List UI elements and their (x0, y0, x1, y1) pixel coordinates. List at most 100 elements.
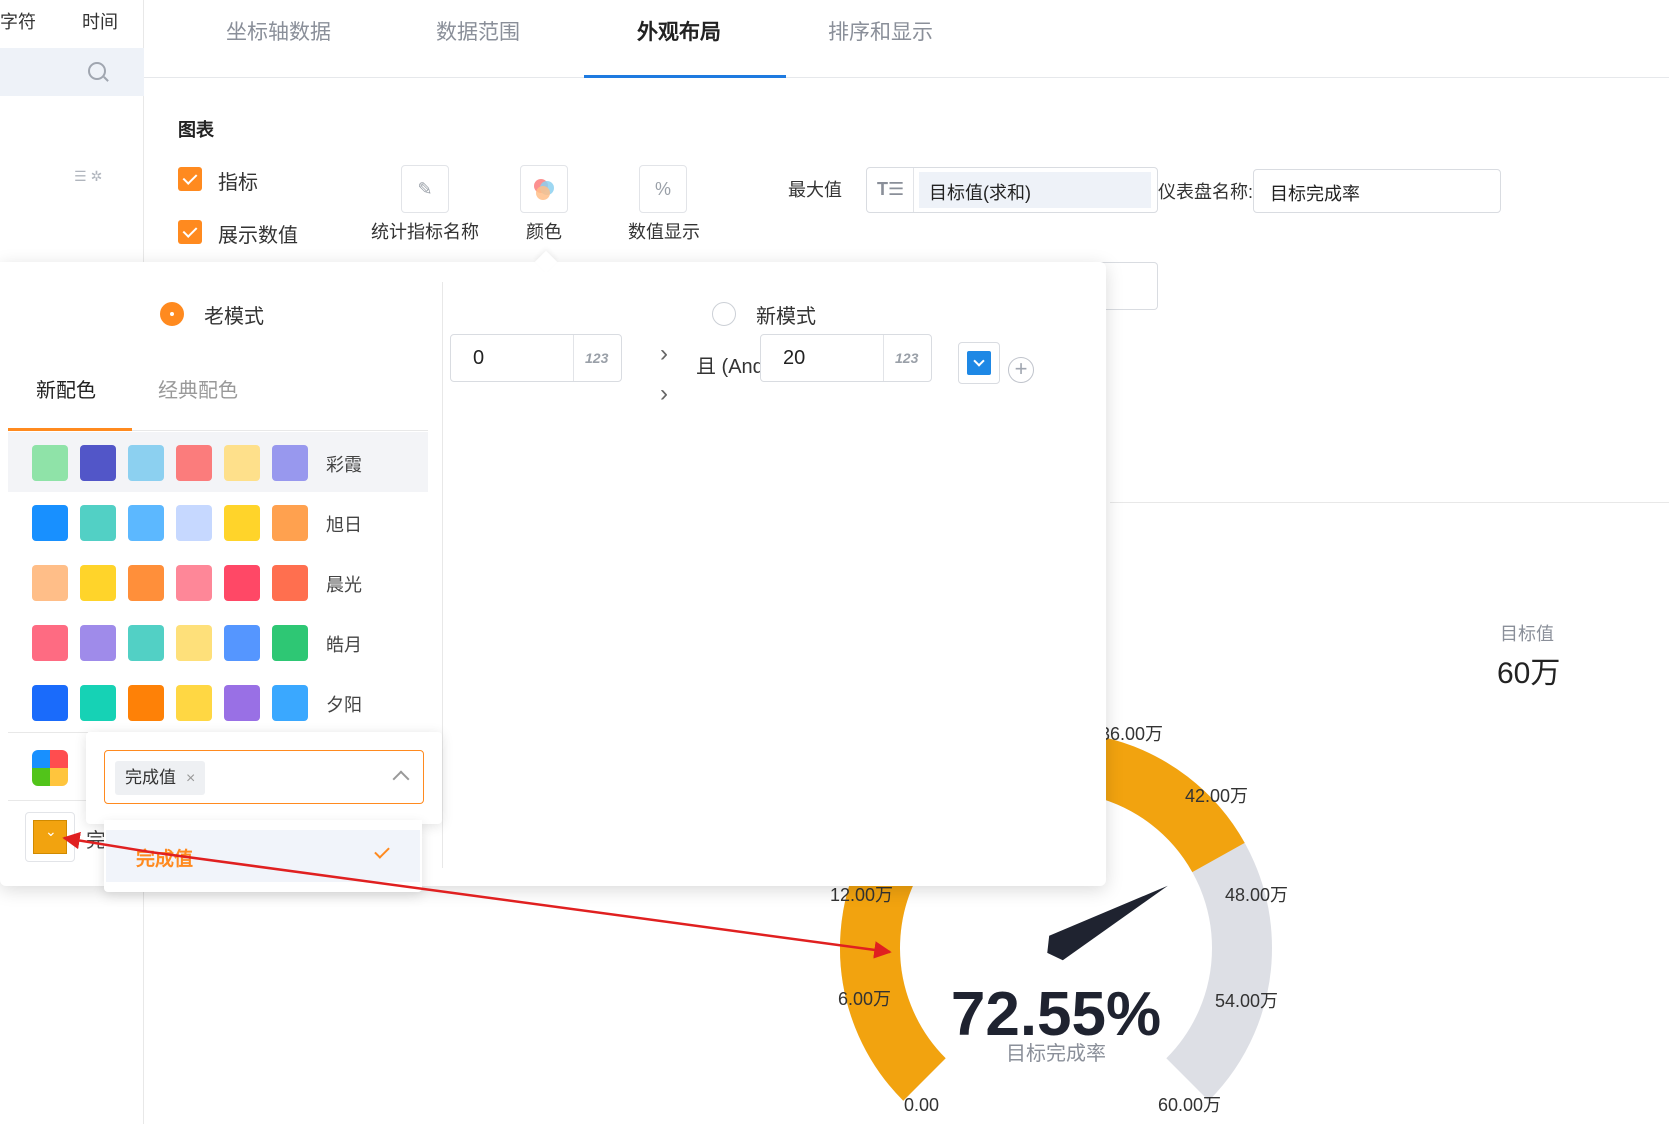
palette-row[interactable]: 旭日 (8, 492, 428, 552)
selected-tag[interactable]: 完成值 × (115, 761, 206, 795)
palette-row[interactable]: 夕阳 (8, 672, 428, 732)
palette-swatch (32, 505, 68, 541)
palette-swatch (224, 445, 260, 481)
indicator-label: 指标 (218, 172, 258, 194)
selected-tag-label: 完成值 (125, 768, 176, 787)
palette-swatch (32, 625, 68, 661)
palette-swatch (176, 505, 212, 541)
row-separator (8, 732, 88, 733)
metric-name-button[interactable]: ✎ (401, 165, 449, 213)
gauge-tick-7: 60.00万 (1158, 1095, 1221, 1115)
palette-row[interactable]: 彩霞 (8, 432, 428, 492)
chevron-up-icon[interactable] (392, 770, 410, 788)
range-from-input[interactable]: 0 123 (450, 334, 622, 382)
search-icon[interactable] (88, 62, 106, 80)
gauge-tick-0: 0.00 (904, 1095, 939, 1115)
gauge-caption: 目标完成率 (1006, 1042, 1106, 1065)
max-value-field[interactable]: T☰ 目标值(求和) (866, 167, 1158, 213)
gear-icon[interactable]: ✲ (91, 168, 107, 184)
series-color-swatch[interactable] (33, 820, 67, 854)
field-search[interactable] (0, 48, 144, 96)
gauge-tick-5: 48.00万 (1225, 885, 1288, 905)
color-button[interactable] (520, 165, 568, 213)
chevron-right-icon[interactable]: › (660, 340, 668, 368)
palette-swatch (272, 685, 308, 721)
palette-name: 彩霞 (326, 455, 362, 475)
tab-time[interactable]: 时间 (82, 8, 118, 34)
palette-row[interactable]: 晨光 (8, 552, 428, 612)
field-divider (913, 168, 914, 212)
tab-new-palette[interactable]: 新配色 (36, 374, 96, 403)
number-type-icon: 123 (895, 350, 919, 366)
gauge-tick-4: 42.00万 (1185, 786, 1248, 806)
sort-icon[interactable]: ☰ (74, 168, 91, 184)
old-mode-label: 老模式 (204, 306, 264, 328)
indicator-checkbox[interactable] (178, 167, 202, 191)
input-divider (573, 335, 574, 381)
palette-swatch (272, 565, 308, 601)
number-type-icon: 123 (585, 350, 609, 366)
tab-axis-data[interactable]: 坐标轴数据 (226, 16, 331, 46)
palette-swatch (80, 505, 116, 541)
section-divider (1110, 502, 1669, 503)
tab-sort-display[interactable]: 排序和显示 (828, 16, 933, 46)
palette-name: 皓月 (326, 635, 362, 655)
show-value-checkbox[interactable] (178, 220, 202, 244)
dropdown-option[interactable]: 完成值 (106, 830, 420, 882)
value-display-button[interactable]: % (639, 165, 687, 213)
palette-name: 夕阳 (326, 695, 362, 715)
range-color-picker[interactable] (958, 342, 1000, 384)
palette-swatch (272, 445, 308, 481)
show-value-label: 展示数值 (218, 225, 298, 247)
palette-name: 旭日 (326, 515, 362, 535)
range-from-value: 0 (473, 347, 485, 369)
dial-name-label: 仪表盘名称: (1158, 182, 1254, 202)
palette-swatch (128, 625, 164, 661)
new-mode-label: 新模式 (756, 306, 816, 328)
range-to-input[interactable]: 20 123 (760, 334, 932, 382)
percent-icon: % (654, 178, 671, 199)
palette-swatch (80, 445, 116, 481)
gauge-tick-2: 12.00万 (830, 885, 893, 905)
series-select[interactable]: 完成值 × (104, 750, 424, 804)
palette-swatch (128, 565, 164, 601)
popover-divider (442, 282, 443, 868)
palette-swatch (32, 445, 68, 481)
palette-swatch (128, 685, 164, 721)
palette-tab-indicator (8, 428, 132, 431)
close-icon[interactable]: × (186, 770, 195, 787)
gauge-pointer (1047, 885, 1168, 961)
palette-swatch (176, 445, 212, 481)
palette-swatch (128, 445, 164, 481)
new-mode-radio[interactable] (712, 302, 736, 326)
chevron-right-icon[interactable]: › (660, 380, 668, 408)
pencil-icon: ✎ (417, 178, 433, 199)
tab-classic-palette[interactable]: 经典配色 (158, 374, 238, 403)
custom-palette-swatch[interactable] (32, 750, 68, 786)
tab-char[interactable]: 字符 (0, 8, 36, 34)
row-separator (8, 800, 88, 801)
active-tab-indicator (584, 75, 786, 78)
text-type-icon: T☰ (877, 179, 905, 199)
tab-appearance[interactable]: 外观布局 (637, 16, 721, 46)
palette-swatch (128, 505, 164, 541)
dropdown-option-label: 完成值 (136, 849, 194, 870)
dial-name-input[interactable]: 目标完成率 (1253, 169, 1501, 213)
palette-swatch (176, 565, 212, 601)
range-to-value: 20 (783, 347, 806, 369)
add-condition-button[interactable]: + (1008, 357, 1034, 383)
field-tools[interactable]: ☰✲ (74, 168, 106, 185)
metric-name-label: 统计指标名称 (371, 222, 479, 242)
old-mode-radio[interactable] (160, 302, 184, 326)
input-divider (883, 335, 884, 381)
palette-row[interactable]: 皓月 (8, 612, 428, 672)
series-label: 完 (86, 830, 106, 852)
palette-swatch (80, 565, 116, 601)
palette-swatch (176, 685, 212, 721)
palette-swatch (224, 565, 260, 601)
max-value: 目标值(求和) (919, 172, 1151, 208)
tab-data-range[interactable]: 数据范围 (436, 16, 520, 46)
palette-name: 晨光 (326, 575, 362, 595)
palette-swatch (224, 505, 260, 541)
palette-swatch (224, 685, 260, 721)
